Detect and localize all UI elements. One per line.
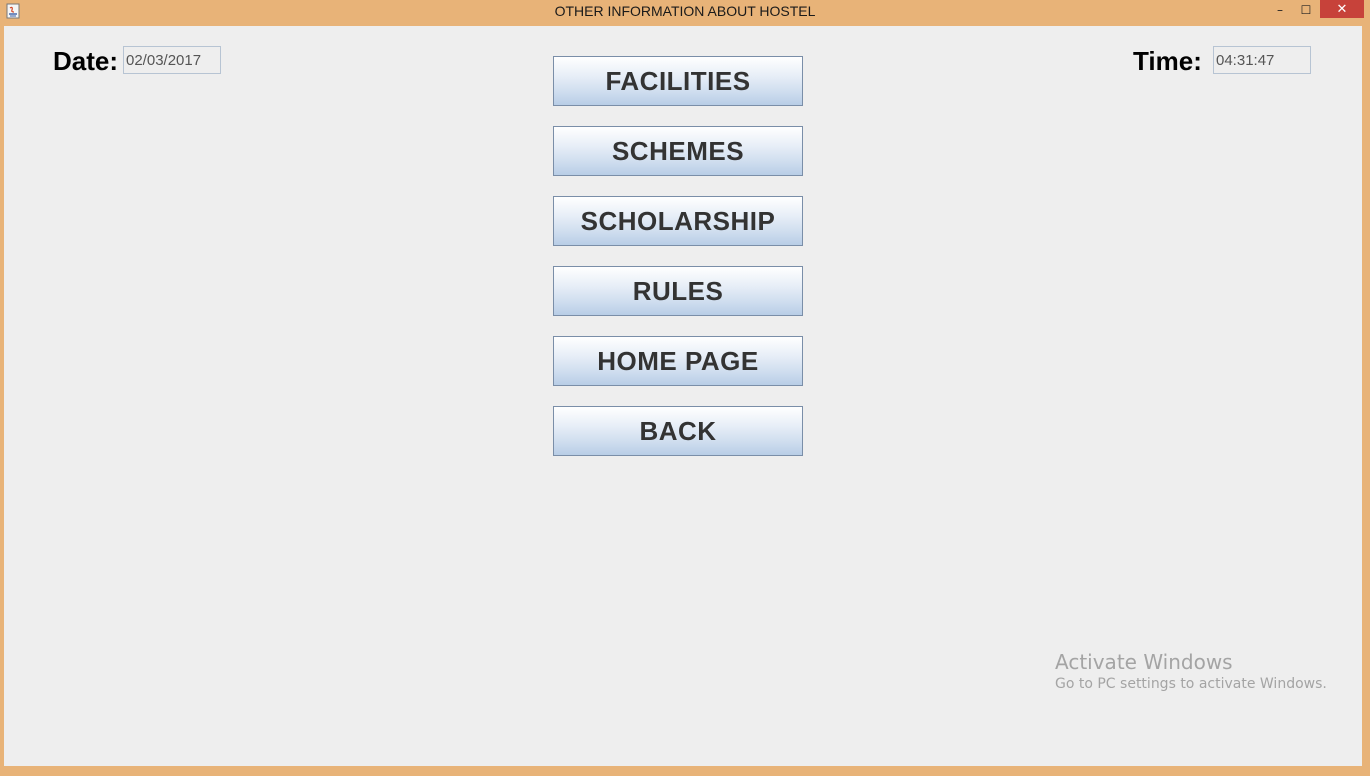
application-window: OTHER INFORMATION ABOUT HOSTEL – ☐ ✕ Dat… — [0, 0, 1370, 776]
minimize-icon: – — [1277, 3, 1283, 17]
date-label: Date: — [53, 46, 119, 76]
back-button[interactable]: BACK — [553, 406, 803, 456]
activation-watermark-title: Activate Windows — [1055, 650, 1233, 674]
maximize-button[interactable]: ☐ — [1294, 0, 1318, 20]
maximize-icon: ☐ — [1300, 3, 1312, 17]
title-bar[interactable]: OTHER INFORMATION ABOUT HOSTEL – ☐ ✕ — [0, 0, 1370, 24]
schemes-button[interactable]: SCHEMES — [553, 126, 803, 176]
home-page-button[interactable]: HOME PAGE — [553, 336, 803, 386]
rules-button[interactable]: RULES — [553, 266, 803, 316]
time-label: Time: — [1133, 46, 1202, 76]
window-title: OTHER INFORMATION ABOUT HOSTEL — [554, 3, 816, 19]
close-button[interactable]: ✕ — [1320, 0, 1364, 18]
time-field[interactable]: 04:31:47 — [1213, 46, 1311, 74]
scholarship-button[interactable]: SCHOLARSHIP — [553, 196, 803, 246]
minimize-button[interactable]: – — [1268, 0, 1292, 20]
close-icon: ✕ — [1336, 1, 1348, 17]
main-panel: Date: 02/03/2017 Time: 04:31:47 FACILITI… — [4, 26, 1362, 766]
date-field[interactable]: 02/03/2017 — [123, 46, 221, 74]
facilities-button[interactable]: FACILITIES — [553, 56, 803, 106]
activation-watermark-subtitle: Go to PC settings to activate Windows. — [1055, 676, 1327, 692]
